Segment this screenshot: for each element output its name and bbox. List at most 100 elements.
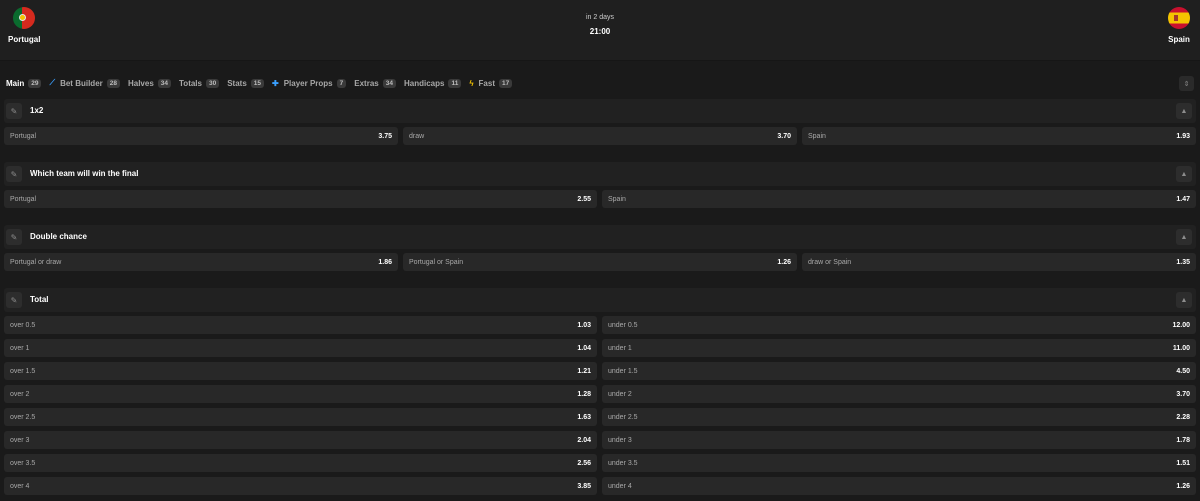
tab-label: Halves	[127, 78, 154, 88]
odd-label: Portugal	[10, 195, 37, 203]
odd-button-over[interactable]: over 3 2.04	[4, 431, 597, 449]
odd-button-over[interactable]: over 0.5 1.03	[4, 316, 597, 334]
tab-count: 11	[448, 78, 462, 88]
odd-label: over 2.5	[10, 413, 36, 421]
tab-count: 34	[157, 78, 172, 88]
odd-button-under[interactable]: under 1 11.00	[602, 339, 1196, 357]
odd-value: 1.21	[577, 367, 591, 375]
tab-bet-builder[interactable]: ⟋ Bet Builder 28	[49, 78, 120, 88]
odd-button-over[interactable]: over 2.5 1.63	[4, 408, 597, 426]
odd-label: over 3.5	[10, 459, 36, 467]
market-tabs: Main 29 ⟋ Bet Builder 28 Halves 34 Totals 30 …	[6, 77, 520, 89]
odd-value: 1.03	[577, 321, 591, 329]
odd-label: Portugal	[10, 132, 37, 140]
odd-label: under 1.5	[608, 367, 638, 375]
tab-count: 17	[499, 78, 513, 88]
odd-button-over[interactable]: over 2 1.28	[4, 385, 597, 403]
odd-button-under[interactable]: under 2 3.70	[602, 385, 1196, 403]
odd-label: over 3	[10, 436, 30, 444]
market-title: Which team will win the final	[30, 169, 139, 178]
odd-label: Portugal or Spain	[409, 258, 464, 266]
odd-button[interactable]: Spain 1.93	[802, 127, 1196, 145]
away-team-name: Spain	[1168, 35, 1190, 44]
odd-button-under[interactable]: under 1.5 4.50	[602, 362, 1196, 380]
odd-value: 1.26	[777, 258, 791, 266]
pin-icon[interactable]: ✎	[6, 292, 22, 308]
tab-count: 15	[250, 78, 265, 88]
odd-button[interactable]: draw or Spain 1.35	[802, 253, 1196, 271]
market-header-total[interactable]: ✎ Total ▲	[4, 288, 1196, 312]
odd-button-over[interactable]: over 4 3.85	[4, 477, 597, 495]
odd-label: under 3	[608, 436, 632, 444]
odd-value: 1.86	[378, 258, 392, 266]
tab-totals[interactable]: Totals 30	[179, 78, 220, 88]
market-header-1x2[interactable]: ✎ 1x2 ▲	[4, 99, 1196, 123]
tab-handicaps[interactable]: Handicaps 11	[403, 78, 462, 88]
odd-button[interactable]: Spain 1.47	[602, 190, 1196, 208]
odd-value: 2.28	[1176, 413, 1190, 421]
odd-label: over 2	[10, 390, 30, 398]
odd-value: 1.47	[1176, 195, 1190, 203]
chevron-up-icon[interactable]: ▲	[1176, 292, 1192, 308]
odd-button[interactable]: draw 3.70	[403, 127, 797, 145]
odd-button-over[interactable]: over 1 1.04	[4, 339, 597, 357]
odd-button[interactable]: Portugal or draw 1.86	[4, 253, 398, 271]
odd-value: 1.63	[577, 413, 591, 421]
odd-button-under[interactable]: under 0.5 12.00	[602, 316, 1196, 334]
tab-label: Stats	[227, 78, 247, 88]
odd-label: over 0.5	[10, 321, 36, 329]
market-title: Total	[30, 295, 49, 304]
chevron-up-icon[interactable]: ▲	[1176, 229, 1192, 245]
odd-label: Portugal or draw	[10, 258, 62, 266]
tab-label: Handicaps	[403, 78, 445, 88]
odd-button-over[interactable]: over 3.5 2.56	[4, 454, 597, 472]
match-time: in 2 days 21:00	[0, 14, 1200, 36]
odd-value: 2.56	[577, 459, 591, 467]
odd-label: under 0.5	[608, 321, 638, 329]
odd-label: over 4	[10, 482, 30, 490]
tab-count: 30	[205, 78, 220, 88]
tab-count: 34	[382, 78, 396, 88]
odd-button[interactable]: Portugal 2.55	[4, 190, 597, 208]
tab-label: Bet Builder	[60, 78, 103, 88]
odd-button[interactable]: Portugal 3.75	[4, 127, 398, 145]
tab-halves[interactable]: Halves 34	[127, 78, 172, 88]
tab-label: Fast	[478, 78, 495, 88]
odd-value: 2.04	[577, 436, 591, 444]
odd-button[interactable]: Portugal or Spain 1.26	[403, 253, 797, 271]
home-team-name: Portugal	[8, 35, 41, 44]
chevron-up-icon[interactable]: ▲	[1176, 103, 1192, 119]
tab-extras[interactable]: Extras 34	[354, 78, 396, 88]
odd-label: Spain	[608, 195, 626, 203]
odd-value: 1.26	[1176, 482, 1190, 490]
odd-label: under 2.5	[608, 413, 638, 421]
odd-value: 1.51	[1176, 459, 1190, 467]
tab-stats[interactable]: Stats 15	[227, 78, 265, 88]
pin-icon[interactable]: ✎	[6, 166, 22, 182]
collapse-all-button[interactable]: ⇕	[1179, 76, 1194, 91]
odd-button-under[interactable]: under 3 1.78	[602, 431, 1196, 449]
tab-fast[interactable]: ϟ Fast 17	[469, 78, 513, 88]
tab-label: Main	[6, 78, 25, 88]
pin-icon[interactable]: ✎	[6, 229, 22, 245]
market-header-double-chance[interactable]: ✎ Double chance ▲	[4, 225, 1196, 249]
away-team[interactable]: Spain	[1168, 7, 1190, 44]
tab-label: Extras	[354, 78, 379, 88]
spain-flag-icon	[1168, 7, 1190, 29]
tab-count: 7	[336, 78, 347, 88]
chevron-up-icon[interactable]: ▲	[1176, 166, 1192, 182]
odd-value: 1.35	[1176, 258, 1190, 266]
market-header-winner[interactable]: ✎ Which team will win the final ▲	[4, 162, 1196, 186]
odd-value: 12.00	[1172, 321, 1190, 329]
bet-builder-icon: ⟋	[49, 78, 56, 87]
odd-value: 2.55	[577, 195, 591, 203]
odd-value: 3.70	[777, 132, 791, 140]
odd-button-under[interactable]: under 2.5 2.28	[602, 408, 1196, 426]
odd-button-over[interactable]: over 1.5 1.21	[4, 362, 597, 380]
odd-button-under[interactable]: under 4 1.26	[602, 477, 1196, 495]
odd-button-under[interactable]: under 3.5 1.51	[602, 454, 1196, 472]
pin-icon[interactable]: ✎	[6, 103, 22, 119]
tab-player-props[interactable]: ✚ Player Props 7	[272, 78, 347, 88]
match-kickoff-time: 21:00	[589, 27, 611, 36]
tab-main[interactable]: Main 29	[6, 78, 42, 88]
